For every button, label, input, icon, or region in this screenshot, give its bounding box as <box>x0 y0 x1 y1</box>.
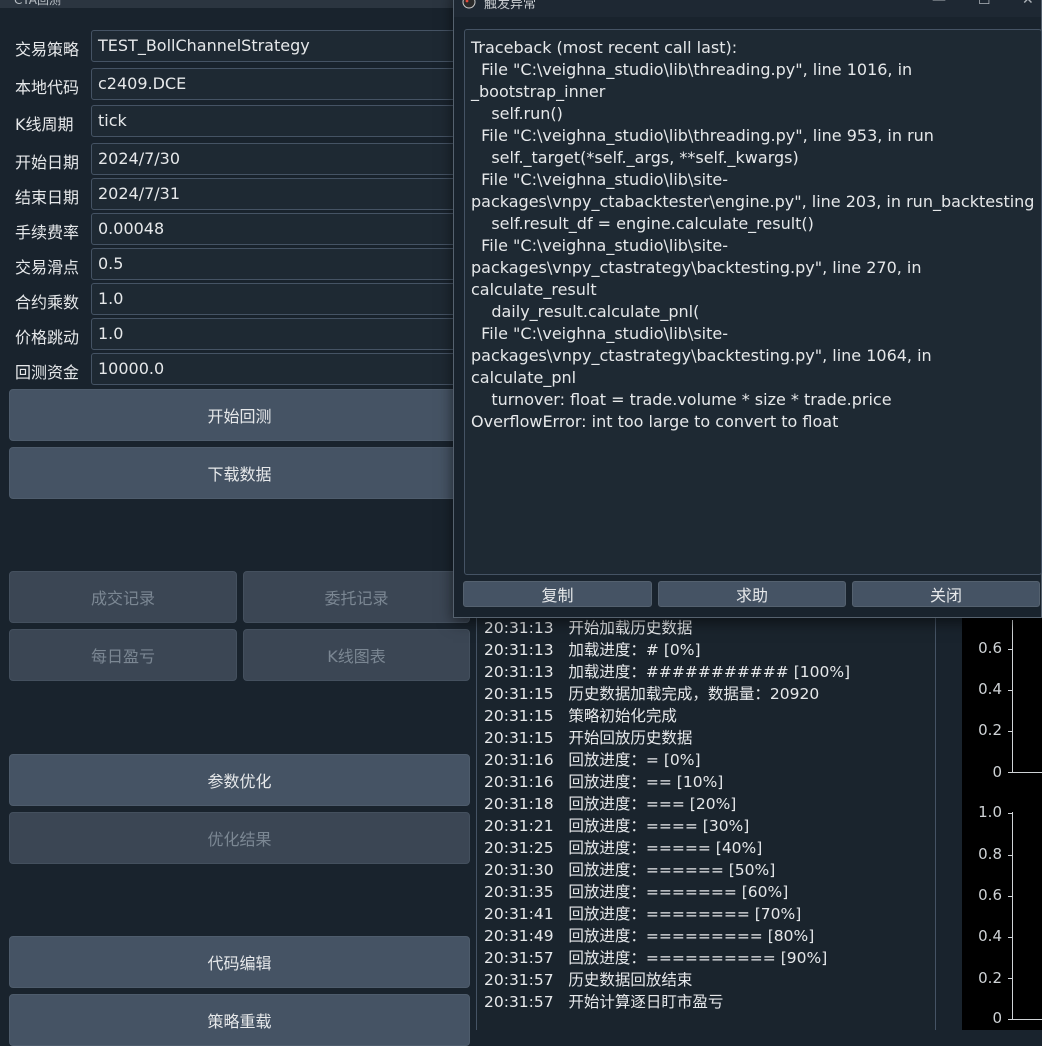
dialog-titlebar[interactable] <box>454 0 1041 17</box>
price-tick-label: 价格跳动 <box>15 328 80 347</box>
log-line: 20:31:16 回放进度：= [0%] <box>484 751 701 769</box>
upper-tick-mark <box>1008 772 1013 773</box>
log-line: 20:31:35 回放进度：======= [60%] <box>484 883 789 901</box>
contract-size-input[interactable]: 1.0 <box>91 283 471 315</box>
symbol-label: 本地代码 <box>15 78 80 97</box>
order-records-button[interactable]: 委托记录 <box>243 571 470 623</box>
log-line: 20:31:13 加载进度：# [0%] <box>484 641 701 659</box>
log-line: 20:31:15 历史数据加载完成，数据量：20920 <box>484 685 820 703</box>
log-line: 20:31:21 回放进度：==== [30%] <box>484 817 750 835</box>
log-line: 20:31:16 回放进度：== [10%] <box>484 773 724 791</box>
log-line: 20:31:41 回放进度：======== [70%] <box>484 905 802 923</box>
upper-tick-label: 0.6 <box>978 639 1002 657</box>
interval-select[interactable]: tick <box>91 105 471 137</box>
lower-tick-mark <box>1008 937 1013 938</box>
upper-x-axis <box>1012 772 1042 773</box>
log-line: 20:31:25 回放进度：===== [40%] <box>484 839 763 857</box>
exception-dialog[interactable]: 触发异常 — ☐ ✕ Traceback (most recent call l… <box>453 0 1042 618</box>
contract-size-label: 合约乘数 <box>15 293 80 312</box>
lower-x-axis <box>1012 1019 1042 1020</box>
price-tick-input[interactable]: 1.0 <box>91 318 471 350</box>
capital-label: 回测资金 <box>15 363 80 382</box>
upper-tick-mark <box>1008 731 1013 732</box>
start-backtest-button[interactable]: 开始回测 <box>9 389 470 441</box>
download-data-button[interactable]: 下载数据 <box>9 447 470 499</box>
optimize-result-button[interactable]: 优化结果 <box>9 812 470 864</box>
log-line: 20:31:57 开始计算逐日盯市盈亏 <box>484 993 724 1011</box>
main-window-title: CTA回测 <box>14 0 61 7</box>
start-date-input[interactable]: 2024/7/30 <box>91 143 471 175</box>
lower-y-axis <box>1012 812 1013 1019</box>
log-line: 20:31:13 开始加载历史数据 <box>484 619 693 637</box>
end-date-input[interactable]: 2024/7/31 <box>91 178 471 210</box>
upper-tick-mark <box>1008 690 1013 691</box>
log-line: 20:31:15 开始回放历史数据 <box>484 729 693 747</box>
commission-rate-input[interactable]: 0.00048 <box>91 213 471 245</box>
lower-tick-label: 0.2 <box>978 969 1002 987</box>
traceback-text[interactable]: Traceback (most recent call last): File … <box>464 29 1042 575</box>
close-window-icon[interactable]: ✕ <box>1022 0 1034 8</box>
strategy-label: 交易策略 <box>15 40 80 59</box>
param-optimize-button[interactable]: 参数优化 <box>9 754 470 806</box>
kline-chart-button[interactable]: K线图表 <box>243 629 470 681</box>
slippage-label: 交易滑点 <box>15 258 80 277</box>
upper-tick-label: 0.2 <box>978 721 1002 739</box>
result-chart-area: 0.6 0.4 0.2 0 1.0 0.8 0.6 0.4 0.2 0 <box>962 612 1042 1030</box>
lower-tick-label: 0.4 <box>978 927 1002 945</box>
upper-tick-label: 0 <box>992 763 1002 781</box>
log-line: 20:31:49 回放进度：========= [80%] <box>484 927 815 945</box>
copy-button[interactable]: 复制 <box>463 581 652 607</box>
upper-tick-mark <box>1008 649 1013 650</box>
lower-tick-mark <box>1008 855 1013 856</box>
lower-tick-label: 0.6 <box>978 886 1002 904</box>
log-line: 20:31:15 策略初始化完成 <box>484 707 677 725</box>
lower-tick-mark <box>1008 813 1013 814</box>
slippage-input[interactable]: 0.5 <box>91 248 471 280</box>
lower-tick-label: 0 <box>992 1009 1002 1027</box>
code-edit-button[interactable]: 代码编辑 <box>9 936 470 988</box>
lower-tick-label: 1.0 <box>978 803 1002 821</box>
commission-rate-label: 手续费率 <box>15 223 80 242</box>
strategy-reload-button[interactable]: 策略重载 <box>9 994 470 1046</box>
minimize-icon[interactable]: — <box>932 0 946 8</box>
lower-tick-label: 0.8 <box>978 845 1002 863</box>
app-logo-icon <box>462 0 476 9</box>
log-line: 20:31:18 回放进度：=== [20%] <box>484 795 737 813</box>
strategy-select[interactable]: TEST_BollChannelStrategy <box>91 30 471 62</box>
interval-label: K线周期 <box>15 115 74 134</box>
maximize-icon[interactable]: ☐ <box>978 0 991 8</box>
log-line: 20:31:30 回放进度：====== [50%] <box>484 861 776 879</box>
lower-tick-mark <box>1008 1019 1013 1020</box>
lower-tick-mark <box>1008 896 1013 897</box>
log-panel[interactable]: 20:31:13 开始加载历史数据 20:31:13 加载进度：# [0%] 2… <box>476 612 936 1030</box>
help-button[interactable]: 求助 <box>658 581 846 607</box>
start-date-label: 开始日期 <box>15 153 80 172</box>
upper-y-axis <box>1012 620 1013 772</box>
close-button[interactable]: 关闭 <box>852 581 1040 607</box>
daily-pnl-button[interactable]: 每日盈亏 <box>9 629 237 681</box>
upper-tick-label: 0.4 <box>978 680 1002 698</box>
capital-input[interactable]: 10000.0 <box>91 353 471 385</box>
log-line: 20:31:57 回放进度：========== [90%] <box>484 949 828 967</box>
log-line: 20:31:57 历史数据回放结束 <box>484 971 693 989</box>
trade-records-button[interactable]: 成交记录 <box>9 571 237 623</box>
lower-tick-mark <box>1008 978 1013 979</box>
dialog-title: 触发异常 <box>484 0 537 12</box>
log-line: 20:31:13 加载进度：########### [100%] <box>484 663 851 681</box>
symbol-input[interactable]: c2409.DCE <box>91 68 471 100</box>
end-date-label: 结束日期 <box>15 188 80 207</box>
